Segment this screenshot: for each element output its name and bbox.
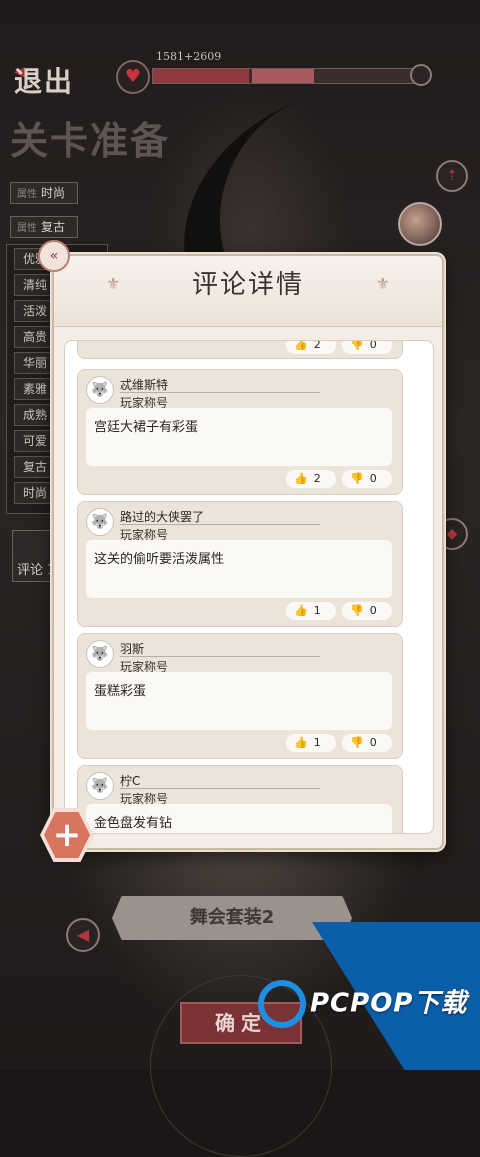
like-count: 1	[313, 736, 321, 749]
comment-author: 路过的大侠罢了	[120, 510, 205, 524]
dislike-button[interactable]: 👎 0	[342, 470, 392, 488]
score-bar-fill-bonus	[251, 69, 315, 83]
score-bar	[152, 68, 414, 84]
attribute-tag-prefix: 属性	[17, 223, 37, 234]
like-button[interactable]: 👍 2	[286, 470, 336, 488]
comment-card: 🐺 忒维斯特 玩家称号 宫廷大裙子有彩蛋 👍 2 👎 0	[77, 369, 403, 495]
comment-card: 🐺 羽斯 玩家称号 蛋糕彩蛋 👍 1 👎 0	[77, 633, 403, 759]
thumbs-up-icon: 👍	[294, 736, 308, 749]
score-text: 1581+2609	[156, 50, 222, 63]
comment-author: 羽斯	[120, 642, 145, 656]
suit-name-banner[interactable]: 舞会套装2	[112, 896, 352, 940]
thumbs-down-icon: 👎	[350, 604, 364, 617]
stage-title: 关卡准备	[10, 118, 171, 163]
thumbs-up-icon: 👍	[294, 472, 308, 485]
back-arrow-icon[interactable]: ◀	[66, 918, 100, 952]
dislike-count: 0	[369, 604, 377, 617]
comment-body: 宫廷大裙子有彩蛋	[86, 408, 392, 466]
dislike-button[interactable]: 👎 0	[342, 340, 392, 354]
modal-back-arrow-icon[interactable]: «	[38, 240, 70, 272]
wolf-avatar-icon: 🐺	[86, 640, 114, 668]
like-button[interactable]: 👍 2	[286, 340, 336, 354]
dislike-button[interactable]: 👎 0	[342, 734, 392, 752]
score-bar-end-icon	[410, 64, 432, 86]
upload-icon[interactable]: ⇡	[436, 160, 468, 192]
watermark-logo-icon	[258, 980, 306, 1028]
ornament-icon: ⚜	[375, 274, 390, 293]
comment-author: 忒维斯特	[120, 378, 169, 392]
thumbs-up-icon: 👍	[294, 604, 308, 617]
divider	[120, 788, 320, 789]
character-avatar[interactable]	[398, 202, 442, 246]
wolf-avatar-icon: 🐺	[86, 772, 114, 800]
comment-body: 蛋糕彩蛋	[86, 672, 392, 730]
comment-body: 这关的偷听要活泼属性	[86, 540, 392, 598]
comment-body: 金色盘发有钻	[86, 804, 392, 833]
like-button[interactable]: 👍 1	[286, 734, 336, 752]
watermark: PCPOP下载	[258, 980, 467, 1028]
comment-card: 👍 2 👎 0	[77, 340, 403, 359]
dislike-count: 0	[369, 340, 377, 351]
thumbs-down-icon: 👎	[350, 340, 364, 351]
comment-detail-modal: ⚜ 评论详情 ⚜ 👍 2 👎 0 🐺 忒维斯特 玩家称号 宫廷大裙子有彩蛋 👍 2 👎…	[52, 254, 444, 850]
attribute-tag-label: 复古	[41, 220, 66, 234]
like-count: 1	[313, 604, 321, 617]
heart-icon: ♥	[116, 60, 150, 94]
like-button[interactable]: 👍 1	[286, 602, 336, 620]
thumbs-down-icon: 👎	[350, 736, 364, 749]
thumbs-down-icon: 👎	[350, 472, 364, 485]
divider	[120, 656, 320, 657]
comment-card: 🐺 路过的大侠罢了 玩家称号 这关的偷听要活泼属性 👍 1 👎 0	[77, 501, 403, 627]
exit-button[interactable]: 退出	[14, 60, 74, 100]
comment-list[interactable]: 👍 2 👎 0 🐺 忒维斯特 玩家称号 宫廷大裙子有彩蛋 👍 2 👎 0 🐺 路过的大侠…	[64, 340, 434, 834]
attribute-tag-label: 时尚	[41, 186, 66, 200]
modal-header: ⚜ 评论详情 ⚜	[54, 256, 442, 327]
divider	[120, 524, 320, 525]
wolf-avatar-icon: 🐺	[86, 508, 114, 536]
review-tab-label: 评论 1	[17, 563, 56, 578]
attribute-tag-1: 属性 时尚	[10, 182, 79, 204]
score-bar-fill	[153, 69, 250, 83]
dislike-count: 0	[369, 472, 377, 485]
thumbs-up-icon: 👍	[294, 340, 308, 351]
like-count: 2	[313, 472, 321, 485]
comment-author: 柠C	[120, 774, 141, 788]
comment-card: 🐺 柠C 玩家称号 金色盘发有钻	[77, 765, 403, 833]
divider	[120, 392, 320, 393]
attribute-tag-prefix: 属性	[17, 189, 37, 200]
wolf-avatar-icon: 🐺	[86, 376, 114, 404]
dislike-button[interactable]: 👎 0	[342, 602, 392, 620]
dislike-count: 0	[369, 736, 377, 749]
watermark-text: PCPOP下载	[310, 988, 468, 1019]
attribute-tag-2: 属性 复古	[10, 216, 79, 238]
like-count: 2	[313, 340, 321, 351]
